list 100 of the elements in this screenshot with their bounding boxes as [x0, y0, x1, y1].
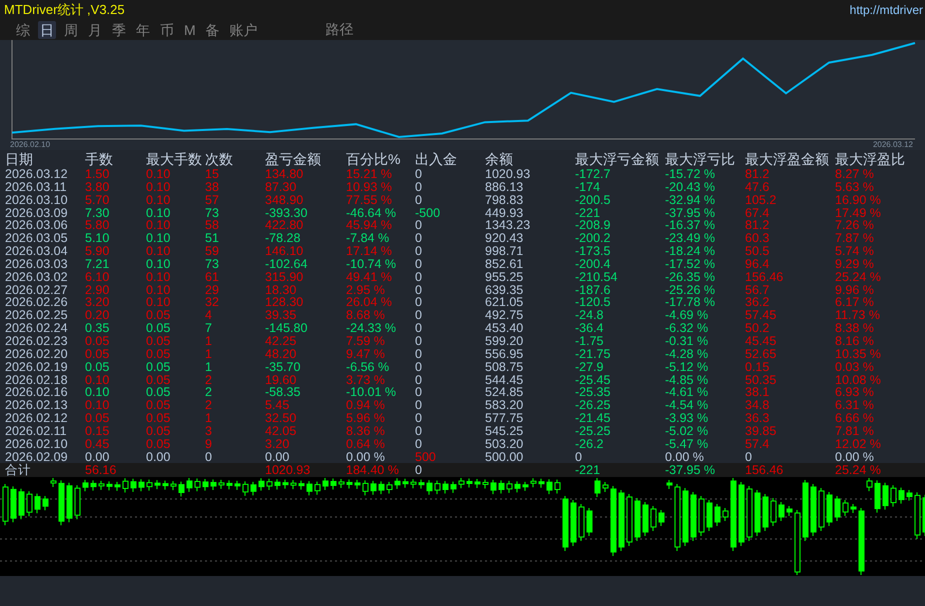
table-cell: 134.80 — [265, 168, 304, 181]
table-cell: 0.10 — [146, 206, 170, 220]
table-cell: -102.64 — [265, 258, 308, 271]
table-cell: -200.4 — [575, 258, 610, 271]
path-tab[interactable]: 路径 — [326, 20, 354, 38]
table-cell: -15.72 % — [665, 168, 716, 181]
table-cell: 0 — [415, 258, 422, 271]
table-cell: 2026.03.04 — [5, 245, 68, 258]
table-cell: 42.05 — [265, 424, 296, 438]
table-cell: 0.05 — [146, 309, 170, 322]
table-cell: -17.78 % — [665, 296, 716, 310]
tab[interactable]: M — [182, 20, 198, 38]
table-cell: 8.36 % — [346, 424, 385, 438]
table-cell: -200.2 — [575, 232, 610, 246]
table-cell: 0.00 % — [346, 450, 385, 464]
table-cell: 348.90 — [265, 194, 304, 207]
table-cell: 1 — [205, 348, 212, 361]
table-cell: -21.45 — [575, 412, 610, 426]
table-cell: 449.93 — [485, 206, 524, 220]
table-cell: 34.8 — [745, 399, 770, 412]
table-cell: -4.54 % — [665, 399, 708, 412]
table-cell: -4.28 % — [665, 348, 708, 361]
table-cell: -25.26 % — [665, 284, 716, 297]
table-cell: -37.95 % — [665, 206, 716, 220]
table-cell: 7.81 % — [835, 424, 874, 438]
table-cell: 639.35 — [485, 284, 524, 297]
website-link[interactable]: http://mtdriver — [850, 2, 923, 16]
table-cell: 0.05 — [146, 374, 170, 386]
table-cell: 2026.02.20 — [5, 348, 68, 361]
tab[interactable]: 账户 — [228, 20, 260, 38]
column-header: 出入金 — [415, 151, 457, 167]
table-cell: 29 — [205, 284, 219, 297]
table-cell: 6.10 — [85, 270, 110, 284]
table-cell: -32.94 % — [665, 194, 716, 207]
table-cell: 0.05 — [85, 348, 110, 361]
table-cell: 524.85 — [485, 386, 524, 400]
table-cell: 25.24 % — [835, 270, 881, 284]
table-cell: 0 — [205, 450, 212, 464]
table-cell: 0.10 — [146, 232, 170, 246]
table-cell: -393.30 — [265, 206, 308, 220]
table-cell: 0.05 — [146, 412, 170, 426]
axis-date-label: 2026.02.10 — [10, 140, 50, 149]
table-cell: 7 — [205, 322, 212, 336]
table-cell: 599.20 — [485, 334, 524, 348]
table-cell: 10.08 % — [835, 374, 881, 386]
table-cell: 0.00 % — [835, 450, 874, 464]
table-cell: 2026.02.10 — [5, 438, 68, 451]
table-cell: 128.30 — [265, 296, 304, 310]
table-cell: 2 — [205, 386, 212, 400]
tab[interactable]: 年 — [134, 20, 152, 38]
table-cell: -221 — [575, 464, 600, 477]
table-cell: 0 — [415, 424, 422, 438]
table-cell: 0.15 — [745, 360, 770, 374]
tab[interactable]: 币 — [158, 20, 176, 38]
table-cell: -145.80 — [265, 322, 308, 336]
table-cell: 17.49 % — [835, 206, 881, 220]
table-cell: -4.85 % — [665, 374, 708, 386]
table-cell: 5.45 — [265, 399, 290, 412]
tab[interactable]: 季 — [110, 20, 128, 38]
tab[interactable]: 周 — [62, 20, 80, 38]
table-cell: 500.00 — [485, 450, 524, 464]
table-cell: 0.10 — [146, 284, 170, 297]
table-cell: 51 — [205, 232, 219, 246]
table-cell: 0 — [415, 219, 422, 232]
tab[interactable]: 日 — [38, 20, 56, 38]
table-cell: 2026.03.03 — [5, 258, 68, 271]
table-cell: 0 — [415, 322, 422, 336]
table-cell: 0 — [415, 386, 422, 400]
table-cell: -208.9 — [575, 219, 610, 232]
tab[interactable]: 综 — [14, 20, 32, 38]
table-cell: -23.49 % — [665, 232, 716, 246]
table-cell: -6.56 % — [346, 360, 390, 374]
tab[interactable]: 月 — [86, 20, 104, 38]
axis-date-label: 2026.03.12 — [872, 140, 913, 149]
table-cell: 0 — [415, 399, 422, 412]
tab[interactable]: 备 — [204, 20, 222, 38]
table-cell: 2026.02.27 — [5, 284, 68, 297]
table-cell: 422.80 — [265, 219, 304, 232]
table-cell: 2.95 % — [346, 284, 385, 297]
table-cell: 57.45 — [745, 309, 776, 322]
table-cell: 0 — [415, 296, 422, 310]
table-cell: 500 — [415, 450, 436, 464]
table-cell: 0.05 — [146, 399, 170, 412]
table-cell: 5.63 % — [835, 180, 874, 194]
table-cell: 0.05 — [146, 386, 170, 400]
table-cell: 0.05 — [85, 360, 110, 374]
table-cell: 52.65 — [745, 348, 776, 361]
table-cell: 0.10 — [85, 399, 110, 412]
table-cell: 1 — [205, 334, 212, 348]
table-cell: 26.04 % — [346, 296, 392, 310]
table-cell: -10.74 % — [346, 258, 396, 271]
table-cell: -58.35 — [265, 386, 300, 400]
table-cell: 45.45 — [745, 334, 776, 348]
table-cell: 0.05 — [146, 438, 170, 451]
table-cell: 81.2 — [745, 219, 770, 232]
table-cell: 5.90 — [85, 245, 110, 258]
table-cell: 11.73 % — [835, 309, 880, 322]
table-cell: 57.4 — [745, 438, 770, 451]
table-cell: 32 — [205, 296, 219, 310]
table-cell: 2026.03.12 — [5, 168, 68, 181]
